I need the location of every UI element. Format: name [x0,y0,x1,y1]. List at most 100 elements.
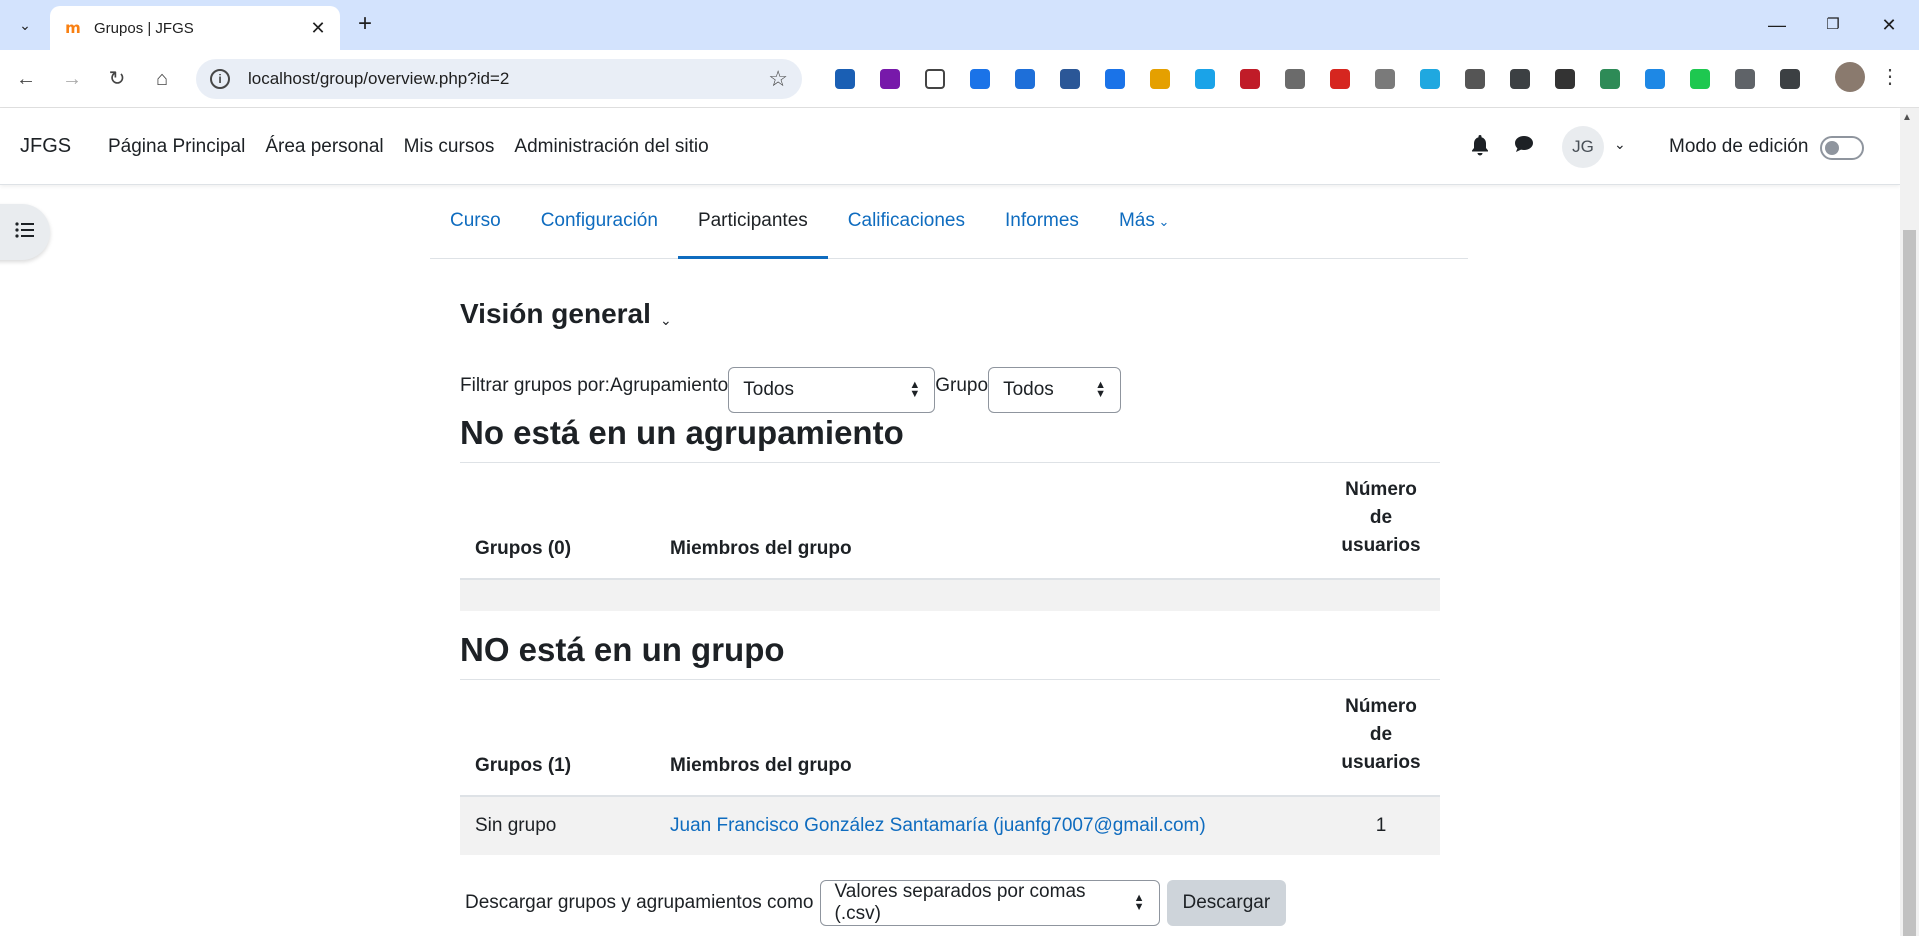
col-groups: Grupos (0) [475,538,572,559]
reload-icon[interactable]: ↻ [101,63,133,95]
ext-pen-extension-icon[interactable] [1542,66,1587,92]
col-groups: Grupos (1) [475,755,572,776]
download-manager-extension-icon[interactable] [1002,66,1047,92]
download-format-select[interactable]: Valores separados por comas (.csv) ▲ ▼ [819,880,1160,926]
table-row: Sin grupo Juan Francisco González Santam… [460,797,1440,855]
puzzle-green-extension-icon[interactable] [1587,66,1632,92]
trash-extension-icon[interactable] [1722,66,1767,92]
grouping-label: Agrupamiento [609,375,729,396]
course-secondary-navigation: Curso Configuración Participantes Califi… [430,186,1468,259]
restore-button[interactable]: ❐ [1810,10,1856,40]
doc-download-extension-icon[interactable] [1092,66,1137,92]
download-arrow-extension-icon[interactable] [1497,66,1542,92]
url-text[interactable]: localhost/group/overview.php?id=2 [248,69,768,89]
col-count-line: de [1369,724,1393,745]
ext-yellow-extension-icon[interactable] [1137,66,1182,92]
download-row: Descargar grupos y agrupamientos como Va… [465,880,1287,926]
list-icon [15,221,35,244]
tab-search-icon[interactable]: ⌄ [10,10,40,40]
col-members: Miembros del grupo [670,538,852,559]
messages-chat-icon[interactable] [1513,134,1535,160]
group-label: Grupo [935,375,989,396]
nav-dashboard[interactable]: Área personal [265,136,383,158]
back-arrow-icon[interactable]: ← [10,63,42,95]
group-select[interactable]: Todos ▲ ▼ [988,367,1122,413]
browser-tab-active[interactable]: m Grupos | JFGS ✕ [50,6,340,50]
nav-my-courses[interactable]: Mis cursos [404,136,495,158]
tab-course[interactable]: Curso [430,186,521,259]
browser-toolbar: ← → ↻ ⌂ i localhost/group/overview.php?i… [0,50,1919,108]
ext-s-blue-extension-icon[interactable] [1182,66,1227,92]
bookmark-star-icon[interactable]: ☆ [768,66,788,92]
chevron-down-icon: ⌄ [1154,214,1170,229]
save-extension-icon[interactable] [1047,66,1092,92]
moodle-favicon-icon: m [65,19,81,37]
address-bar[interactable]: i localhost/group/overview.php?id=2 ☆ [196,59,802,99]
edit-mode-toggle[interactable] [1820,136,1864,160]
extensions-puzzle-extension-icon[interactable] [1767,66,1812,92]
onenote-extension-icon[interactable] [867,66,912,92]
tab-settings[interactable]: Configuración [521,186,678,259]
site-header: JFGS Página Principal Área personal Mis … [0,108,1900,185]
doc-pdf-extension-icon[interactable] [1452,66,1497,92]
page-title[interactable]: Visión general [460,298,651,330]
section-not-in-grouping-heading: No está en un agrupamiento [460,414,904,451]
tab-participants[interactable]: Participantes [677,186,828,259]
site-info-icon[interactable]: i [210,69,230,89]
ext-blue-circle-extension-icon[interactable] [957,66,1002,92]
sitemap-extension-icon[interactable] [1632,66,1677,92]
nav-home[interactable]: Página Principal [108,136,245,158]
link-extension-icon[interactable] [1227,66,1272,92]
ext-sp-extension-icon[interactable] [1677,66,1722,92]
groups-table-no-grouping: Grupos (0) Miembros del grupo Número de … [460,463,1440,611]
chevron-down-icon[interactable]: ⌄ [1614,136,1626,153]
table-row-empty [460,580,1440,611]
notes-extension-icon[interactable] [1362,66,1407,92]
download-button[interactable]: Descargar [1166,880,1287,926]
col-members: Miembros del grupo [670,755,852,776]
minimize-button[interactable]: — [1754,10,1800,40]
download-label: Descargar grupos y agrupamientos como [465,892,814,913]
chevron-down-icon[interactable]: ⌄ [660,312,672,329]
tab-close-icon[interactable]: ✕ [308,18,328,39]
select-arrows-icon: ▲ ▼ [1095,379,1107,400]
primary-navigation: Página Principal Área personal Mis curso… [108,136,729,158]
forward-arrow-icon[interactable]: → [56,63,88,95]
col-user-count: Número de usuarios [1336,476,1426,560]
tab-title: Grupos | JFGS [94,19,194,37]
profile-avatar-icon[interactable] [1835,62,1865,92]
extensions-row [822,66,1812,92]
1password-extension-icon[interactable] [822,66,867,92]
ext-s-square-extension-icon[interactable] [1407,66,1452,92]
table-header: Grupos (0) Miembros del grupo Número de … [460,463,1440,580]
edit-mode-label: Modo de edición [1669,136,1809,157]
scroll-up-arrow-icon[interactable]: ▲ [1902,112,1912,123]
section-not-in-group-heading: NO está en un grupo [460,631,785,668]
browser-tab-bar: ⌄ m Grupos | JFGS ✕ + — ❐ ✕ [0,0,1919,50]
nav-site-admin[interactable]: Administración del sitio [514,136,708,158]
cloud-extension-icon[interactable] [912,66,957,92]
col-count-line: de [1369,507,1393,528]
ext-gray-extension-icon[interactable] [1272,66,1317,92]
tab-reports[interactable]: Informes [985,186,1099,259]
filter-label: Filtrar grupos por: [460,375,610,396]
scrollbar-thumb[interactable] [1903,230,1916,936]
user-avatar[interactable]: JG [1562,126,1604,168]
browser-menu-icon[interactable]: ⋮ [1880,64,1900,89]
select-arrows-icon: ▲ ▼ [909,379,921,400]
member-link[interactable]: Juan Francisco González Santamaría (juan… [670,815,1206,837]
mendeley-extension-icon[interactable] [1317,66,1362,92]
close-window-button[interactable]: ✕ [1866,10,1912,40]
course-index-toggle[interactable] [0,204,50,260]
grouping-select[interactable]: Todos ▲ ▼ [728,367,936,413]
tab-more[interactable]: Más ⌄ [1099,186,1189,259]
table-header: Grupos (1) Miembros del grupo Número de … [460,680,1440,797]
new-tab-button[interactable]: + [350,10,380,40]
notifications-bell-icon[interactable] [1470,134,1490,162]
site-brand[interactable]: JFGS [20,135,71,158]
col-count-line: Número [1345,479,1417,500]
tab-grades[interactable]: Calificaciones [828,186,985,259]
home-icon[interactable]: ⌂ [146,63,178,95]
col-count-line: usuarios [1341,535,1421,556]
group-name-cell: Sin grupo [475,815,557,836]
